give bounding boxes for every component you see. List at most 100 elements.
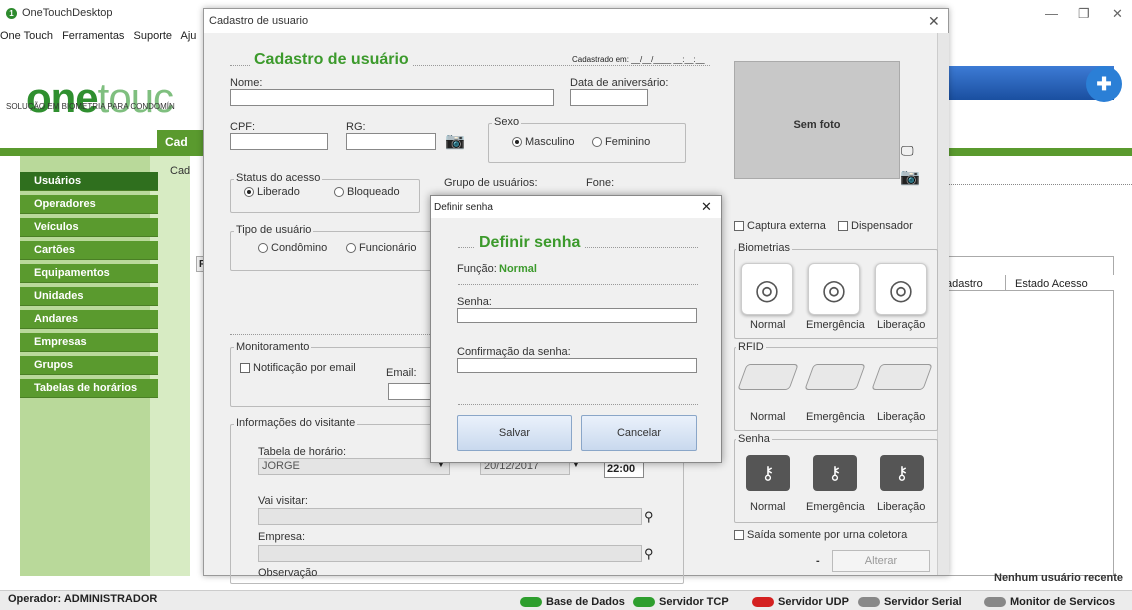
- rfid-normal-button[interactable]: [737, 364, 799, 390]
- fingerprint-normal-button[interactable]: ◎: [741, 263, 793, 315]
- brand-logo-icon: ✚: [1086, 66, 1122, 102]
- menu-suporte[interactable]: Suporte: [134, 30, 173, 42]
- senha-input[interactable]: [457, 308, 697, 323]
- sidebar-item-usuarios[interactable]: Usuários: [20, 172, 158, 191]
- cadastrado-em: Cadastrado em: __/__/____ __:__:__: [569, 55, 708, 64]
- status-dot-icon: [520, 597, 542, 608]
- camera-icon[interactable]: 📷: [900, 167, 920, 187]
- alterar-button[interactable]: Alterar: [832, 550, 930, 572]
- sidebar-item-veiculos[interactable]: Veículos: [20, 218, 158, 237]
- monitor-icon[interactable]: 🖵: [901, 143, 914, 159]
- hora-visita-input[interactable]: 22:00: [604, 461, 644, 478]
- confirmacao-input[interactable]: [457, 358, 697, 373]
- salvar-button[interactable]: Salvar: [457, 415, 572, 451]
- checkbox-icon: [734, 221, 744, 232]
- cadastro-titlebar: [204, 9, 948, 33]
- camera-icon[interactable]: 📷: [445, 131, 465, 151]
- close-icon[interactable]: ✕: [928, 13, 940, 30]
- senha-liberacao-button[interactable]: ⚷: [880, 455, 924, 491]
- fone-label: Fone:: [586, 177, 615, 189]
- col-divider: [1005, 275, 1006, 291]
- senha-emergencia-button[interactable]: ⚷: [813, 455, 857, 491]
- menu-ajuda[interactable]: Aju: [180, 30, 196, 42]
- status-dot-icon: [858, 597, 880, 608]
- divider: [458, 404, 698, 405]
- menu-one-touch[interactable]: One Touch: [0, 30, 53, 42]
- fingerprint-icon: ◎: [888, 274, 914, 305]
- minimize-icon[interactable]: —: [1045, 6, 1058, 21]
- tabela-horario-select[interactable]: JORGE: [258, 458, 450, 475]
- operator-label: Operador: ADMINISTRADOR: [8, 593, 158, 605]
- close-icon[interactable]: ✕: [701, 199, 712, 215]
- rfid-title: RFID: [736, 341, 766, 353]
- tipo-condomino[interactable]: Condômino: [258, 242, 327, 254]
- col-header-estado[interactable]: Estado Acesso: [1015, 278, 1088, 290]
- nome-label: Nome:: [230, 77, 263, 89]
- logo-subtitle: SOLUÇÃO EM BIOMETRIA PARA CONDOMÍN: [6, 102, 175, 111]
- cancelar-button[interactable]: Cancelar: [581, 415, 697, 451]
- radio-icon: [334, 187, 344, 198]
- sidebar-item-operadores[interactable]: Operadores: [20, 195, 158, 214]
- senha-label-normal: Normal: [750, 501, 786, 513]
- tipo-funcionario[interactable]: Funcionário: [346, 242, 416, 254]
- funcao-label: Função:: [457, 263, 497, 275]
- scrollbar[interactable]: [937, 33, 949, 575]
- app-icon: 1: [6, 8, 17, 19]
- fingerprint-liberacao-button[interactable]: ◎: [875, 263, 927, 315]
- email-input[interactable]: [388, 383, 432, 400]
- rfid-label-emergencia: Emergência: [806, 411, 865, 423]
- radio-selected-icon: [244, 187, 254, 198]
- restore-icon[interactable]: ❐: [1078, 6, 1090, 22]
- dispensador-checkbox[interactable]: Dispensador: [838, 220, 913, 232]
- senha-heading: Definir senha: [475, 234, 585, 252]
- rfid-liberacao-button[interactable]: [871, 364, 933, 390]
- rg-input[interactable]: [346, 133, 436, 150]
- search-icon[interactable]: ⚲: [644, 546, 654, 562]
- rfid-emergencia-button[interactable]: [804, 364, 866, 390]
- nome-input[interactable]: [230, 89, 554, 106]
- close-icon[interactable]: ✕: [1112, 6, 1123, 22]
- fingerprint-icon: ◎: [821, 274, 847, 305]
- sexo-masculino[interactable]: Masculino: [512, 136, 575, 148]
- definir-senha-dialog: Definir senha ✕ Definir senha Função: No…: [430, 195, 722, 463]
- senha-title: Senha: [736, 433, 772, 445]
- recent-users-table: [944, 256, 1114, 576]
- status-liberado[interactable]: Liberado: [244, 186, 300, 198]
- notificacao-email-checkbox[interactable]: Notificação por email: [240, 362, 356, 374]
- data-aniversario-input[interactable]: [570, 89, 648, 106]
- status-dot-icon: [633, 597, 655, 608]
- sidebar-item-cartoes[interactable]: Cartões: [20, 241, 158, 260]
- captura-externa-checkbox[interactable]: Captura externa: [734, 220, 826, 232]
- search-icon[interactable]: ⚲: [644, 509, 654, 525]
- empresa-input[interactable]: [258, 545, 642, 562]
- empresa-label: Empresa:: [258, 531, 306, 543]
- tab-cadastros[interactable]: Cad: [157, 130, 207, 154]
- key-icon: ⚷: [828, 463, 842, 483]
- checkbox-icon: [240, 363, 250, 374]
- dash-label: -: [816, 555, 820, 567]
- email-label: Email:: [386, 367, 417, 379]
- status-servidor-tcp: Servidor TCP: [633, 596, 729, 608]
- col-header-cadastro[interactable]: adastro: [946, 278, 983, 290]
- checkbox-icon: [734, 530, 744, 541]
- sidebar-item-unidades[interactable]: Unidades: [20, 287, 158, 306]
- menu-ferramentas[interactable]: Ferramentas: [62, 30, 124, 42]
- sidebar-item-andares[interactable]: Andares: [20, 310, 158, 329]
- sidebar-item-grupos[interactable]: Grupos: [20, 356, 158, 375]
- grupo-label: Grupo de usuários:: [444, 177, 538, 189]
- senha-normal-button[interactable]: ⚷: [746, 455, 790, 491]
- saida-urna-checkbox[interactable]: Saída somente por urna coletora: [734, 529, 907, 541]
- sidebar-item-equipamentos[interactable]: Equipamentos: [20, 264, 158, 283]
- cpf-label: CPF:: [230, 121, 256, 133]
- rfid-label-liberacao: Liberação: [877, 411, 926, 423]
- sexo-group-title: Sexo: [492, 116, 522, 128]
- data-aniversario-label: Data de aniversário:: [570, 77, 669, 89]
- vai-visitar-input[interactable]: [258, 508, 642, 525]
- status-bloqueado[interactable]: Bloqueado: [334, 186, 400, 198]
- sidebar-item-tabelas[interactable]: Tabelas de horários: [20, 379, 158, 398]
- sexo-feminino[interactable]: Feminino: [592, 136, 650, 148]
- cpf-input[interactable]: [230, 133, 328, 150]
- divider: [458, 284, 698, 285]
- fingerprint-emergencia-button[interactable]: ◎: [808, 263, 860, 315]
- sidebar-item-empresas[interactable]: Empresas: [20, 333, 158, 352]
